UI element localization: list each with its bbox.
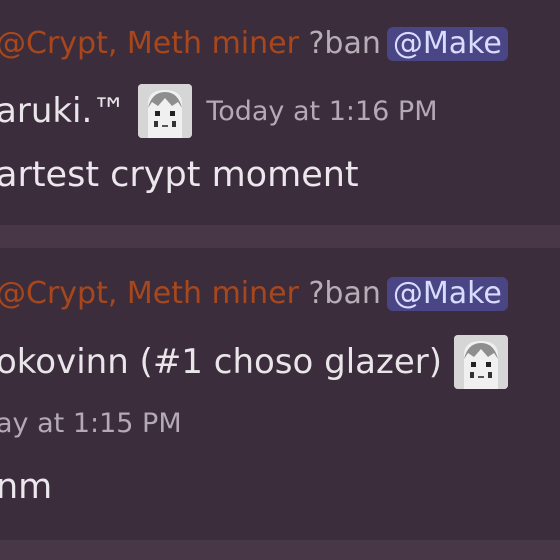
anime-avatar-icon[interactable] (453, 335, 508, 389)
reply-preview[interactable]: @Crypt, Meth miner ?ban @Make (0, 277, 508, 311)
message-separator (0, 225, 560, 248)
message-header: okovinn (#1 choso glazer) (0, 335, 508, 389)
author-name[interactable]: okovinn (#1 choso glazer) (0, 342, 442, 382)
message-item[interactable]: @Crypt, Meth miner ?ban @Make aruki.™ Tod… (0, 0, 560, 225)
mention-chip[interactable]: @Make (386, 27, 508, 61)
reply-mention[interactable]: @Crypt, Meth miner (0, 26, 299, 61)
reply-mention[interactable]: @Crypt, Meth miner (0, 276, 299, 311)
message-header: aruki.™ Today at 1:16 PM (0, 84, 438, 138)
message-content: artest crypt moment (0, 155, 359, 195)
reply-command-text: ?ban (298, 26, 381, 61)
author-name[interactable]: aruki.™ (0, 91, 126, 131)
reply-command-text: ?ban (298, 276, 381, 311)
anime-avatar-icon[interactable] (138, 84, 193, 138)
message-separator (0, 540, 560, 560)
message-content: nm (0, 467, 53, 507)
chat-view: @Crypt, Meth miner ?ban @Make aruki.™ Tod… (0, 0, 560, 560)
mention-chip[interactable]: @Make (386, 277, 508, 311)
reply-preview[interactable]: @Crypt, Meth miner ?ban @Make (0, 27, 508, 61)
message-timestamp[interactable]: Today at 1:16 PM (206, 96, 437, 127)
message-timestamp[interactable]: ay at 1:15 PM (0, 408, 182, 439)
